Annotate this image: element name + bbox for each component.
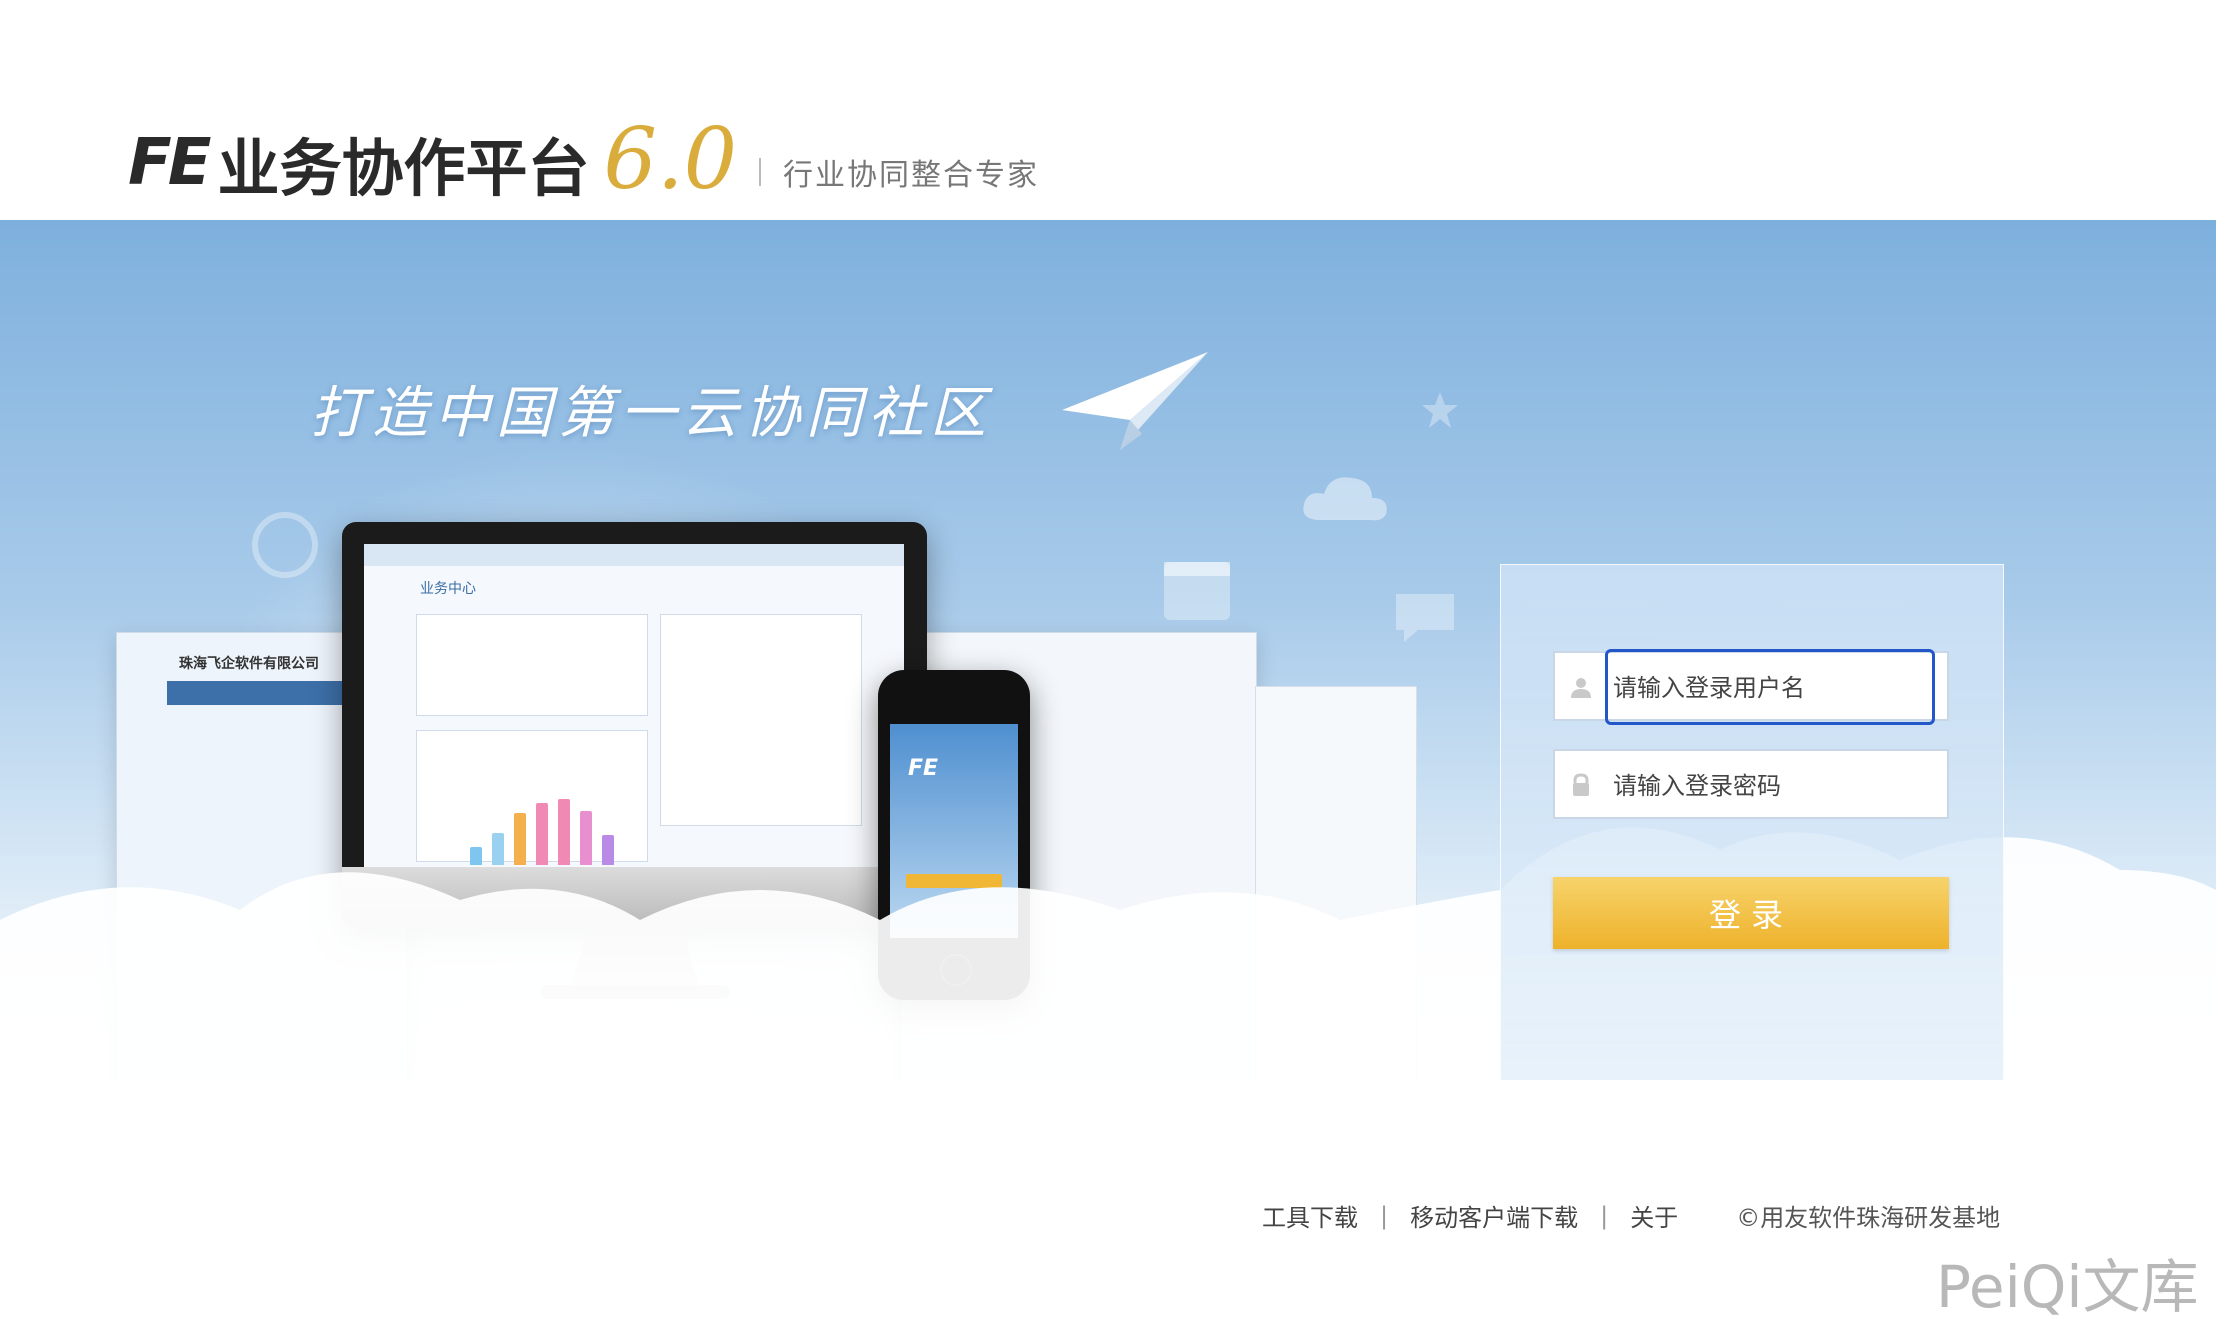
footer-divider: | <box>1380 1201 1389 1230</box>
watermark: PeiQi文库 <box>1936 1253 2199 1321</box>
chat-bubble-icon <box>1396 594 1454 642</box>
username-input[interactable] <box>1611 667 1935 709</box>
paper-plane-icon <box>1062 352 1208 450</box>
banner-handwritten-slogan: 打造中国第一云协同社区 <box>310 381 992 446</box>
login-panel: 登录 <box>1500 564 2004 1080</box>
login-button[interactable]: 登录 <box>1553 877 1949 949</box>
footer-link-tool-download[interactable]: 工具下载 <box>1262 1198 1358 1233</box>
logo-version: 6.0 <box>603 110 738 208</box>
password-field <box>1553 749 1949 819</box>
page-header: FE 业务协作平台 6.0 行业协同整合专家 <box>0 0 2216 220</box>
logo-product-name: 业务协作平台 <box>217 132 590 205</box>
user-icon <box>1571 678 1591 698</box>
calendar-icon <box>1164 562 1230 620</box>
page-footer: 工具下载 | 移动客户端下载 | 关于 ©用友软件珠海研发基地 <box>1262 1198 2000 1233</box>
footer-link-about[interactable]: 关于 <box>1630 1198 1678 1233</box>
star-icon <box>1422 392 1458 428</box>
left-screen-company-name: 珠海飞企软件有限公司 <box>179 656 319 672</box>
logo-divider <box>759 158 762 186</box>
footer-divider: | <box>1600 1201 1609 1230</box>
cloud-icon <box>1303 477 1387 521</box>
brand-logo: FE 业务协作平台 6.0 行业协同整合专家 <box>128 110 1040 208</box>
header-slogan: 行业协同整合专家 <box>783 158 1040 193</box>
lock-icon <box>1573 773 1589 796</box>
monitor-panel-left <box>416 614 648 716</box>
monitor-screen-toolbar <box>364 544 904 566</box>
hero-banner: 打造中国第一云协同社区 珠海飞企软件有限公司 业务中心 FE 请输入登录用户名 … <box>0 220 2216 1080</box>
footer-copyright: ©用友软件珠海研发基地 <box>1736 1204 2001 1232</box>
monitor-screen-title: 业务中心 <box>420 581 476 597</box>
password-input[interactable] <box>1611 765 1935 807</box>
username-field <box>1553 649 1949 725</box>
footer-link-mobile-download[interactable]: 移动客户端下载 <box>1410 1198 1578 1233</box>
logo-fe-mark: FE <box>128 126 211 200</box>
clock-icon <box>252 512 318 578</box>
